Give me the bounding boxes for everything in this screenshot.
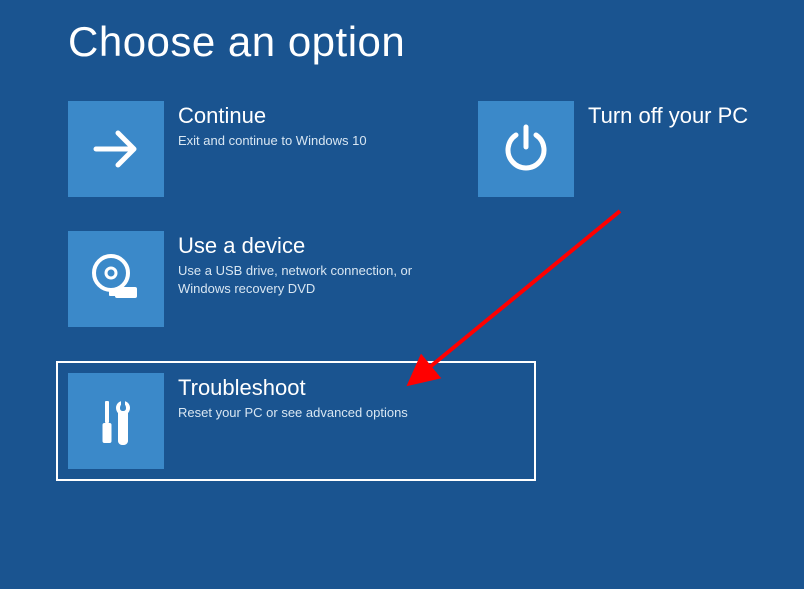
continue-desc: Exit and continue to Windows 10 — [178, 132, 367, 150]
tile-row-2: Use a device Use a USB drive, network co… — [68, 231, 804, 327]
arrow-right-icon — [68, 101, 164, 197]
turnoff-text: Turn off your PC — [574, 101, 748, 132]
continue-text: Continue Exit and continue to Windows 10 — [164, 101, 367, 150]
page-title: Choose an option — [0, 0, 804, 66]
usedevice-desc: Use a USB drive, network connection, or … — [178, 262, 424, 297]
tile-row-1: Continue Exit and continue to Windows 10… — [68, 101, 804, 197]
power-icon — [478, 101, 574, 197]
device-icon — [68, 231, 164, 327]
usedevice-tile[interactable]: Use a device Use a USB drive, network co… — [68, 231, 424, 327]
tile-row-3: Troubleshoot Reset your PC or see advanc… — [68, 361, 804, 481]
troubleshoot-tile[interactable]: Troubleshoot Reset your PC or see advanc… — [56, 361, 536, 481]
tiles-container: Continue Exit and continue to Windows 10… — [0, 66, 804, 481]
continue-tile[interactable]: Continue Exit and continue to Windows 10 — [68, 101, 448, 197]
usedevice-title: Use a device — [178, 233, 424, 259]
usedevice-text: Use a device Use a USB drive, network co… — [164, 231, 424, 297]
turnoff-tile[interactable]: Turn off your PC — [478, 101, 748, 197]
troubleshoot-desc: Reset your PC or see advanced options — [178, 404, 408, 422]
turnoff-title: Turn off your PC — [588, 103, 748, 129]
continue-title: Continue — [178, 103, 367, 129]
troubleshoot-title: Troubleshoot — [178, 375, 408, 401]
troubleshoot-text: Troubleshoot Reset your PC or see advanc… — [164, 373, 408, 422]
tools-icon — [68, 373, 164, 469]
